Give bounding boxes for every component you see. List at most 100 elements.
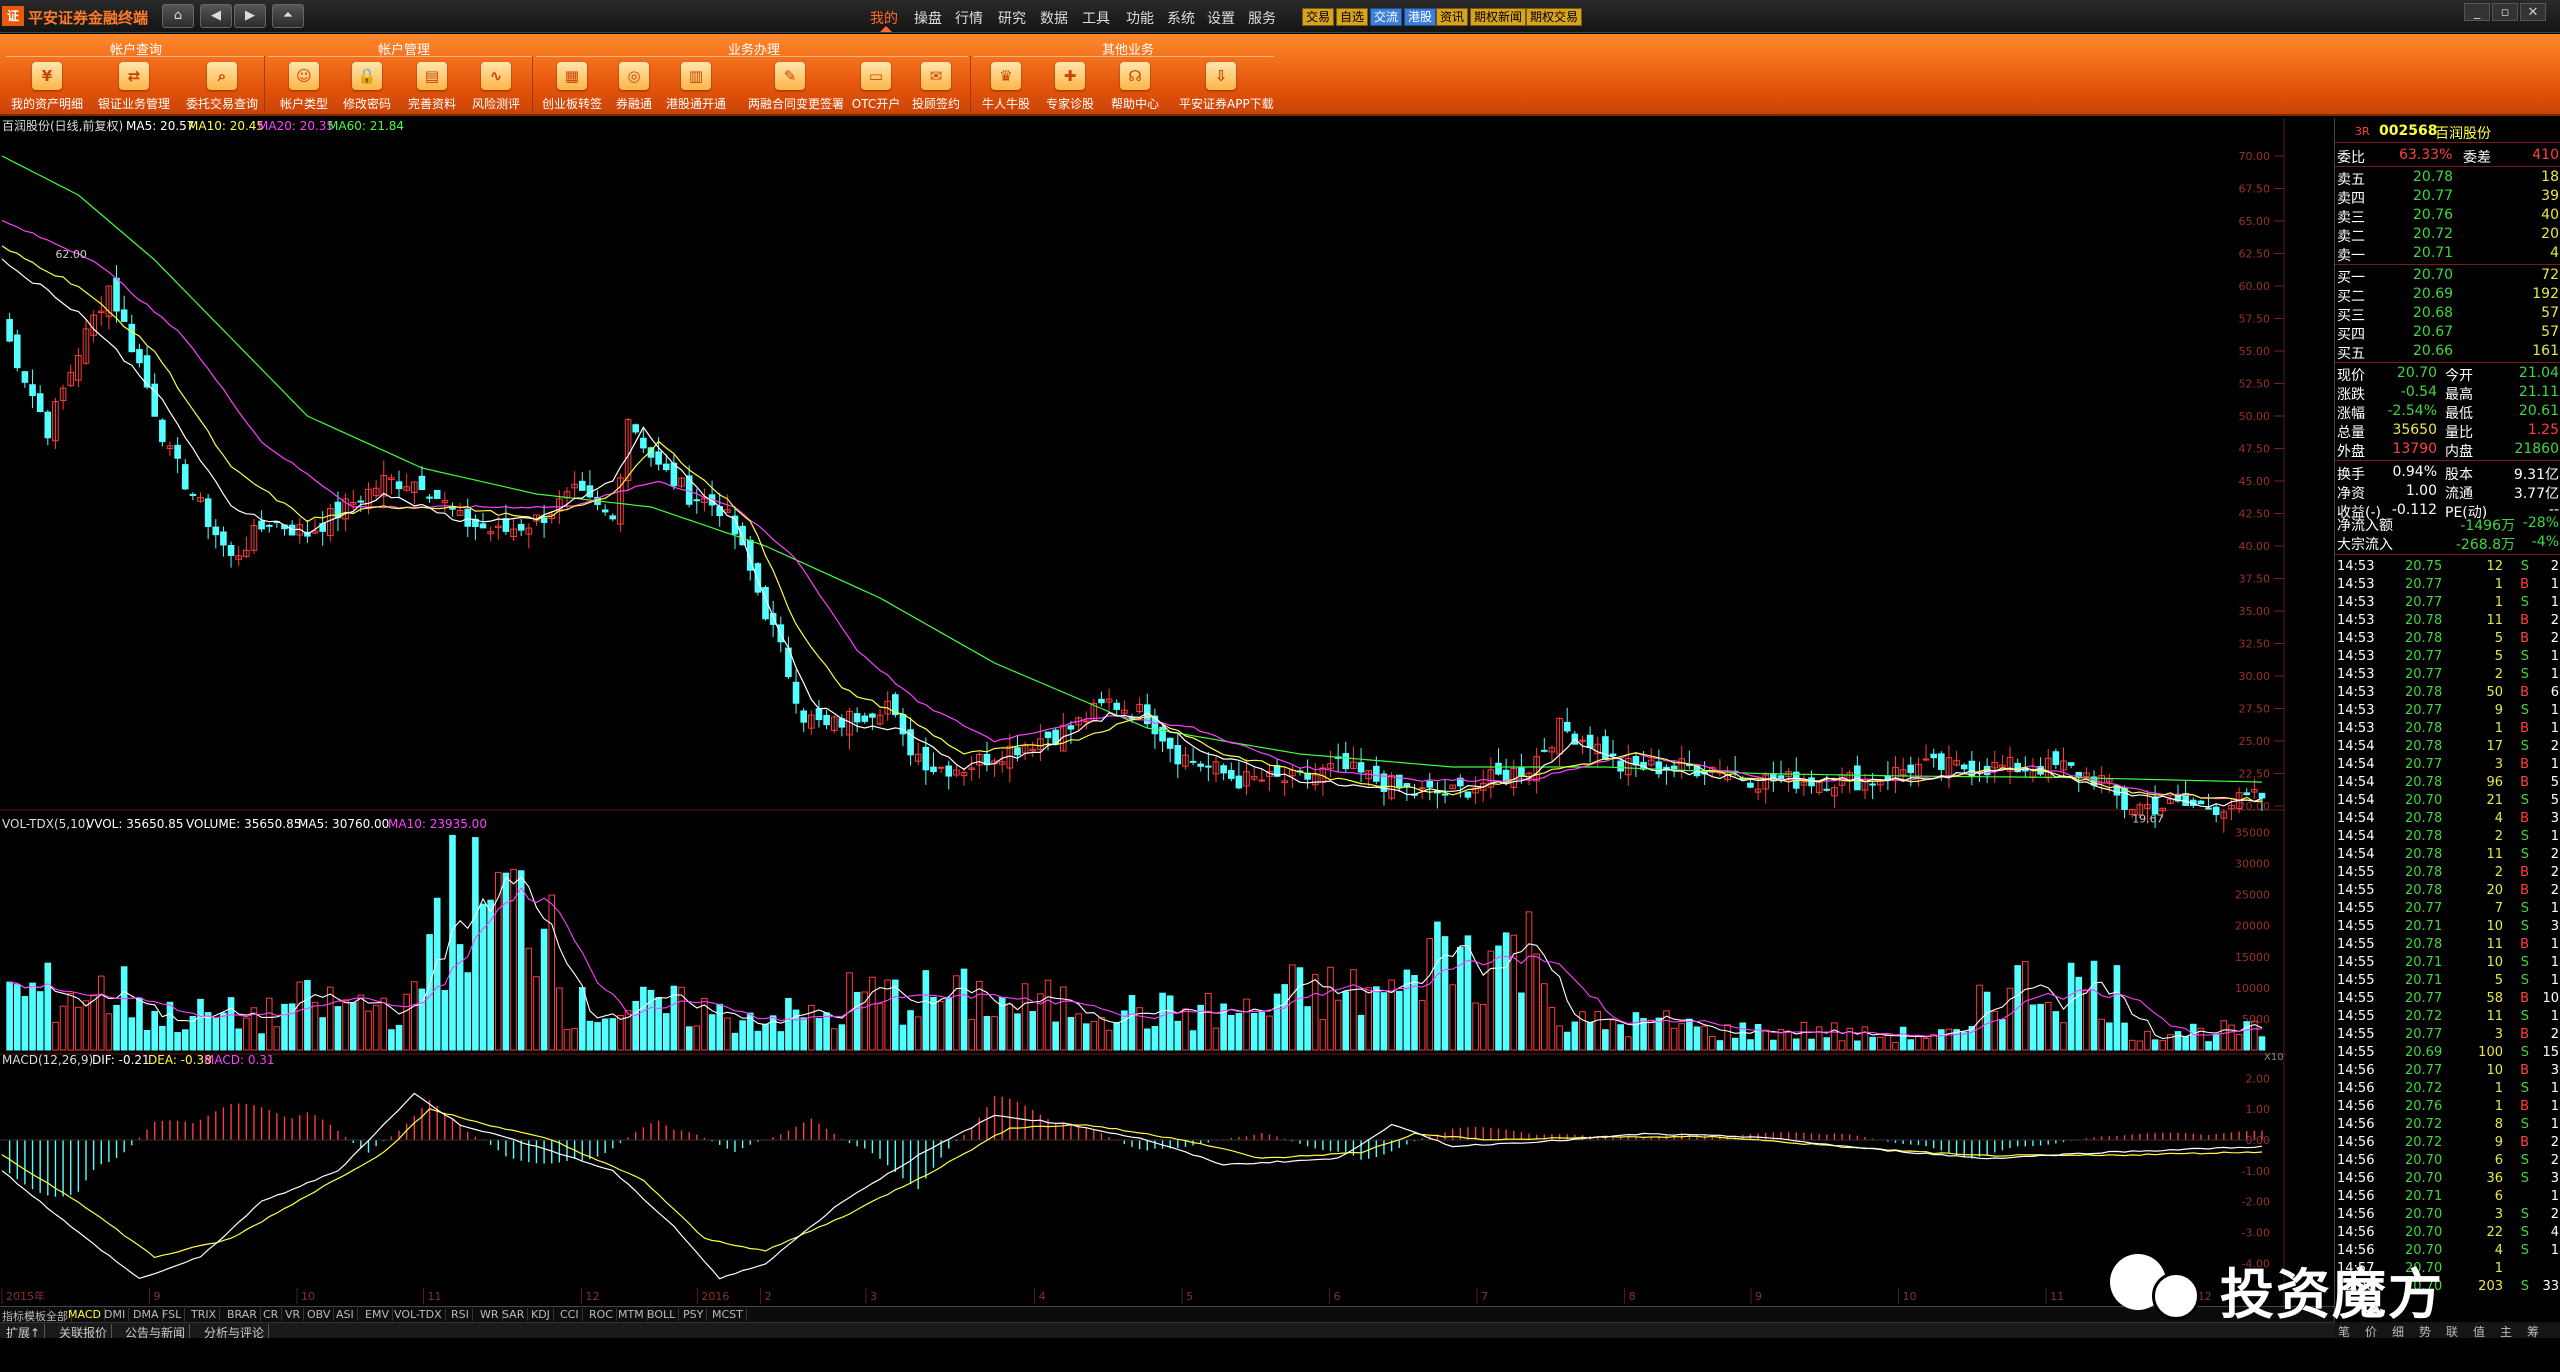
tick-side: S	[2520, 649, 2529, 664]
tick-count: 2	[2550, 613, 2559, 628]
tick-volume: 22	[2486, 1225, 2503, 1240]
indicator-tab[interactable]: VOL-TDX	[394, 1308, 446, 1321]
menu-item[interactable]: 工具	[1082, 8, 1110, 28]
volume-bar	[2060, 1022, 2067, 1051]
volume-bar	[586, 1020, 594, 1051]
tick-price: 20.70	[2405, 1207, 2443, 1222]
menu-item[interactable]: 系统	[1167, 8, 1195, 28]
candle-body	[1655, 761, 1663, 775]
low-marker: 19.67	[2132, 812, 2164, 825]
quick-pill[interactable]: 交易	[1302, 8, 1335, 26]
tick-side: S	[2520, 703, 2529, 718]
volume-bar	[1609, 1019, 1617, 1051]
volume-bar	[1319, 1019, 1327, 1051]
menu-item[interactable]: 行情	[955, 8, 983, 28]
indicator-tab[interactable]: DMI	[104, 1308, 130, 1321]
tick-price: 20.70	[2405, 1225, 2443, 1240]
indicator-tab[interactable]: ROC	[589, 1308, 617, 1321]
ask-price: 20.76	[2413, 207, 2454, 223]
volume-bar	[2182, 1036, 2189, 1051]
bid-row[interactable]: 买一 20.70 72	[2335, 266, 2560, 286]
menu-item[interactable]: 操盘	[914, 8, 942, 28]
bid-row[interactable]: 买四 20.67 57	[2335, 323, 2560, 343]
volume-bar	[830, 1028, 838, 1051]
candle-body	[578, 480, 586, 491]
menu-item[interactable]: 数据	[1040, 8, 1068, 28]
indicator-tab[interactable]: MCST	[712, 1308, 747, 1321]
indicator-tab[interactable]: KDJ	[531, 1308, 554, 1321]
indicator-tab[interactable]: ASI	[336, 1308, 358, 1321]
volume-bar	[1426, 938, 1434, 1051]
indicator-tab[interactable]: WR	[480, 1308, 503, 1321]
indicator-tab[interactable]: DMA	[133, 1308, 163, 1321]
indicator-tab[interactable]: VR	[285, 1308, 305, 1321]
tick-side: B	[2520, 775, 2529, 790]
indicator-tab[interactable]: MACD	[68, 1308, 105, 1321]
restore-icon[interactable]: ▫	[2492, 3, 2518, 21]
indicator-tab[interactable]: MTM	[618, 1308, 648, 1321]
toolbar-button-headset[interactable]: ☊ 帮助中心	[1093, 62, 1177, 116]
toolbar-button-bar-chart[interactable]: ▥ 港股通开通	[654, 62, 738, 116]
candle-body	[2258, 792, 2266, 799]
toolbar-button-app-download[interactable]: ⇩ 平安证券APP下载	[1179, 62, 1274, 116]
quick-pill[interactable]: 自选	[1336, 8, 1369, 26]
indicator-tab[interactable]: TRIX	[191, 1308, 221, 1321]
indicator-tab[interactable]: OBV	[307, 1308, 335, 1321]
toolbar-button-search[interactable]: ⌕ 委托交易查询	[180, 62, 264, 116]
menu-item[interactable]: 功能	[1126, 8, 1154, 28]
kline-chart-area[interactable]: 70.00 67.50 65.00 62.50 60.00 57.50 55.00 52.50…	[0, 118, 2286, 1306]
quick-pill[interactable]: 期权交易	[1526, 8, 1583, 26]
volume-scale-label: X10	[2264, 1052, 2284, 1063]
ask-row[interactable]: 卖四 20.77 39	[2335, 187, 2560, 207]
volume-bar	[762, 1023, 769, 1051]
tick-row: 14:54 20.78 4 B 3	[2335, 810, 2560, 828]
menu-item[interactable]: 设置	[1207, 8, 1235, 28]
arrow-left-icon[interactable]: ◀	[200, 4, 232, 28]
ask-row[interactable]: 卖一 20.71 4	[2335, 244, 2560, 264]
volume-bar	[1205, 992, 1212, 1051]
minimize-icon[interactable]: _	[2464, 3, 2490, 21]
indicator-tab[interactable]: PSY	[683, 1308, 708, 1321]
bid-row[interactable]: 买五 20.66 161	[2335, 342, 2560, 362]
ask-row[interactable]: 卖三 20.76 40	[2335, 206, 2560, 226]
volume-bar	[2006, 987, 2014, 1051]
quick-pill[interactable]: 港股	[1404, 8, 1437, 26]
quick-pill[interactable]: 交流	[1370, 8, 1403, 26]
bid-row[interactable]: 买三 20.68 57	[2335, 304, 2560, 324]
toolbar-button-asset[interactable]: ¥ 我的资产明细	[5, 62, 89, 116]
indicator-tab[interactable]: BOLL	[647, 1308, 680, 1321]
indicator-tab[interactable]: FSL	[162, 1308, 186, 1321]
tick-time: 14:53	[2337, 613, 2375, 628]
ask-row[interactable]: 卖二 20.72 20	[2335, 225, 2560, 245]
toolbar-button-contract[interactable]: ✎ 两融合同变更签署	[748, 62, 844, 116]
indicator-tab[interactable]: RSI	[451, 1308, 473, 1321]
volume-bar	[1876, 1036, 1884, 1051]
close-icon[interactable]: ✕	[2520, 3, 2546, 21]
tick-side: S	[2520, 559, 2529, 574]
menu-item[interactable]: 研究	[998, 8, 1026, 28]
candle-body	[1418, 787, 1426, 790]
indicator-tab[interactable]: BRAR	[227, 1308, 261, 1321]
indicator-tab[interactable]: CCI	[560, 1308, 583, 1321]
indicator-tab[interactable]: CR	[263, 1308, 283, 1321]
tick-time: 14:55	[2337, 991, 2375, 1006]
toolbar-button-risk-chart[interactable]: ∿ 风险测评	[454, 62, 538, 116]
volume-bar	[1770, 1039, 1777, 1051]
bid-row[interactable]: 买二 20.69 192	[2335, 285, 2560, 305]
menu-item[interactable]: 服务	[1248, 8, 1276, 28]
toolbar-button-bank[interactable]: ⇄ 银证业务管理	[92, 62, 176, 116]
quick-pill[interactable]: 期权新闻	[1470, 8, 1527, 26]
tick-time: 14:53	[2337, 631, 2375, 646]
home-icon[interactable]: ⌂	[162, 4, 194, 28]
ask-row[interactable]: 卖五 20.78 18	[2335, 168, 2560, 188]
volume-bar	[1792, 1038, 1800, 1051]
volume-bar	[1235, 1013, 1243, 1051]
arrow-right-icon[interactable]: ▶	[234, 4, 266, 28]
quick-pill[interactable]: 资讯	[1436, 8, 1469, 26]
gem-board-icon: ▦	[557, 62, 587, 90]
indicator-tab[interactable]: EMV	[365, 1308, 393, 1321]
chevron-up-icon[interactable]: ⏶	[272, 4, 304, 28]
tick-count: 4	[2550, 1225, 2559, 1240]
indicator-tab[interactable]: SAR	[502, 1308, 529, 1321]
menu-item[interactable]: 我的	[870, 8, 898, 28]
